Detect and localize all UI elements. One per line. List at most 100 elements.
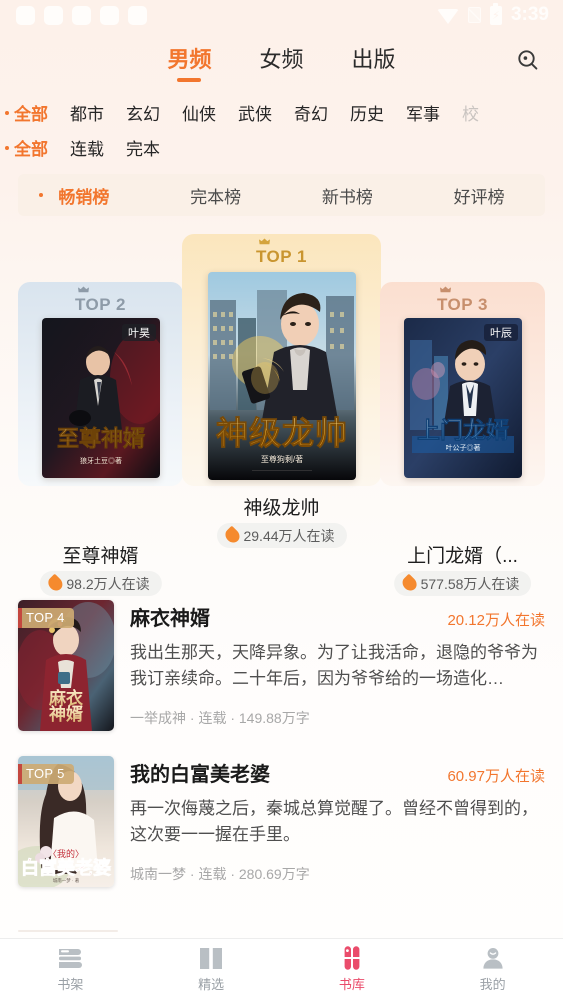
podium-card-top3[interactable]: TOP 3 上门龙婿 叶公子◎著 叶辰 上门龙婿（... 577.58万人在读: [380, 282, 545, 596]
nav-item-library[interactable]: 书库: [282, 939, 423, 1000]
nav-label-library: 书库: [338, 977, 365, 992]
svg-text:上门龙婿: 上门龙婿: [417, 417, 509, 443]
podium-rank-label-1: TOP 1: [255, 247, 307, 266]
rank-tab-bar: 畅销榜 完本榜 新书榜 好评榜: [18, 174, 545, 216]
genre-chip-military[interactable]: 军事: [406, 100, 440, 125]
podium-cover-2[interactable]: 至尊神婿 狼牙土豆◎著 叶昊: [41, 318, 160, 478]
notification-icon-2: [44, 5, 63, 25]
wifi-icon: [436, 8, 459, 24]
battery-charging-icon: ⚡: [489, 2, 502, 25]
nav-item-profile[interactable]: 我的: [422, 939, 563, 1000]
svg-text:叶昊: 叶昊: [128, 327, 150, 340]
tab-female-channel[interactable]: 女频: [259, 42, 303, 81]
nav-label-featured: 精选: [198, 977, 225, 992]
podium-rank-label-2: TOP 2: [74, 295, 126, 314]
flame-icon: [222, 525, 242, 546]
book-title: 麻衣神婿: [130, 608, 210, 630]
notification-icon-5: [128, 5, 147, 25]
podium-hot-pill-1: 29.44万人在读: [216, 523, 347, 548]
nav-item-featured[interactable]: 精选: [141, 939, 282, 1000]
book-description: 再一次侮蔑之后，秦城总算觉醒了。曾经不曾得到的，这次要一一握在手里。: [130, 799, 538, 844]
user-profile-icon: [481, 946, 505, 970]
svg-text:城南一梦 · 著: 城南一梦 · 著: [53, 877, 80, 884]
podium-title-3: 上门龙婿（...: [407, 546, 518, 567]
book-head-row: 麻衣神婿 20.12万人在读: [130, 602, 545, 631]
nav-item-bookshelf[interactable]: 书架: [0, 939, 141, 1000]
podium-title-2: 至尊神婿: [62, 546, 139, 567]
tab-male-channel[interactable]: 男频: [167, 42, 211, 81]
rank-badge: TOP 4: [18, 608, 74, 628]
podium-card-top1[interactable]: TOP 1 神级龙帅 至尊狗剩/著 ——————————————— 神级龙帅 2…: [182, 234, 381, 548]
status-bar: ⚡ 3:39: [0, 0, 563, 30]
book-head-row: 我的白富美老婆 60.97万人在读: [130, 758, 545, 787]
flame-icon: [44, 573, 65, 594]
genre-chip-all[interactable]: 全部: [14, 100, 48, 125]
rank-badge: TOP 5: [18, 764, 74, 784]
svg-text:白富美老婆: 白富美老婆: [21, 857, 111, 878]
status-chip-completed[interactable]: 完本: [126, 135, 160, 160]
svg-text:狼牙土豆◎著: 狼牙土豆◎著: [80, 456, 122, 465]
rank-tab-acclaimed[interactable]: 好评榜: [413, 183, 545, 208]
podium-cover-1[interactable]: 神级龙帅 至尊狗剩/著 ———————————————: [207, 272, 356, 480]
book-description: 我出生那天，天降异象。为了让我活命，退隐的爷爷为我订亲续命。二十年后，因为爷爷给…: [130, 643, 538, 688]
svg-text:至尊神婿: 至尊神婿: [56, 426, 144, 451]
genre-chip-xianxia[interactable]: 仙侠: [182, 100, 216, 125]
status-bar-clock: 3:39: [510, 4, 549, 25]
svg-text:神级龙帅: 神级龙帅: [215, 415, 347, 451]
svg-text:叶辰: 叶辰: [490, 327, 512, 340]
podium-title-1: 神级龙帅: [243, 498, 320, 519]
clover-library-icon: [339, 946, 365, 970]
svg-text:叶公子◎著: 叶公子◎著: [445, 443, 480, 452]
top3-podium: TOP 2 至尊神婿 狼牙土豆◎著 叶昊 至尊神婿 98.2万人在读 TOP 1…: [0, 234, 563, 596]
status-chip-all[interactable]: 全部: [14, 135, 48, 160]
genre-chip-campus-clipped[interactable]: 校: [462, 100, 479, 125]
open-book-icon: [199, 946, 223, 970]
status-filter-row[interactable]: 全部 连载 完本: [0, 129, 563, 166]
podium-hot-text-3: 577.58万人在读: [420, 575, 520, 592]
book-info: 我的白富美老婆 60.97万人在读 再一次侮蔑之后，秦城总算觉醒了。曾经不曾得到…: [130, 756, 545, 888]
rank-tab-completed[interactable]: 完本榜: [150, 183, 282, 208]
tab-publishing[interactable]: 出版: [352, 42, 396, 81]
book-list: 麻衣 神婿 TOP 4 麻衣神婿 20.12万人在读 我出生那天，天降异象。为了…: [0, 588, 563, 900]
notification-icon-4: [100, 5, 119, 25]
search-icon[interactable]: [511, 44, 545, 78]
genre-filter-row[interactable]: 全部 都市 玄幻 仙侠 武侠 奇幻 历史 军事 校: [0, 92, 563, 129]
svg-text:至尊狗剩/著: 至尊狗剩/著: [260, 454, 302, 464]
status-chip-serializing[interactable]: 连载: [70, 135, 104, 160]
book-meta: 城南一梦 · 连载 · 280.69万字: [130, 866, 310, 882]
list-item[interactable]: 麻衣 神婿 TOP 4 麻衣神婿 20.12万人在读 我出生那天，天降异象。为了…: [0, 588, 563, 744]
bookshelf-icon: [57, 946, 83, 970]
book-cover-top5[interactable]: 〈我的〉 白富美老婆 城南一梦 · 著 TOP 5: [18, 756, 114, 887]
status-bar-notification-icons: [16, 5, 147, 25]
svg-text:———————————————: ———————————————: [252, 467, 312, 472]
bottom-navigation-bar: 书架 精选 书库 我的: [0, 938, 563, 1000]
notification-icon-1: [16, 5, 35, 25]
genre-chip-urban[interactable]: 都市: [70, 100, 104, 125]
podium-rank-label-3: TOP 3: [436, 295, 488, 314]
nav-label-profile: 我的: [479, 977, 506, 992]
list-item[interactable]: 〈我的〉 白富美老婆 城南一梦 · 著 TOP 5 我的白富美老婆 60.97万…: [0, 744, 563, 900]
top-tab-list: 男频 女频 出版: [167, 42, 395, 81]
book-cover-top4[interactable]: 麻衣 神婿 TOP 4: [18, 600, 114, 731]
genre-chip-history[interactable]: 历史: [350, 100, 384, 125]
flame-icon: [399, 573, 419, 594]
book-hot-count: 20.12万人在读: [447, 612, 545, 629]
rank-tab-bestseller[interactable]: 畅销榜: [18, 183, 150, 208]
genre-chip-wuxia[interactable]: 武侠: [238, 100, 272, 125]
genre-chip-xuanhuan[interactable]: 玄幻: [126, 100, 160, 125]
signal-icon: [467, 7, 481, 23]
scroll-indicator: [18, 930, 118, 932]
nav-label-bookshelf: 书架: [57, 977, 84, 992]
podium-hot-pill-2: 98.2万人在读: [39, 571, 162, 596]
podium-card-top2[interactable]: TOP 2 至尊神婿 狼牙土豆◎著 叶昊 至尊神婿 98.2万人在读: [18, 282, 183, 596]
svg-text:神婿: 神婿: [49, 704, 83, 724]
genre-chip-fantasy[interactable]: 奇幻: [294, 100, 328, 125]
podium-cover-3[interactable]: 上门龙婿 叶公子◎著 叶辰: [403, 318, 522, 478]
podium-hot-text-2: 98.2万人在读: [66, 575, 150, 592]
top-tab-bar: 男频 女频 出版: [0, 30, 563, 92]
status-bar-system-icons: ⚡ 3:39: [436, 2, 549, 26]
book-meta: 一举成神 · 连载 · 149.88万字: [130, 710, 310, 726]
podium-hot-text-1: 29.44万人在读: [243, 527, 335, 544]
podium-hot-pill-3: 577.58万人在读: [393, 571, 532, 596]
rank-tab-new[interactable]: 新书榜: [282, 183, 414, 208]
